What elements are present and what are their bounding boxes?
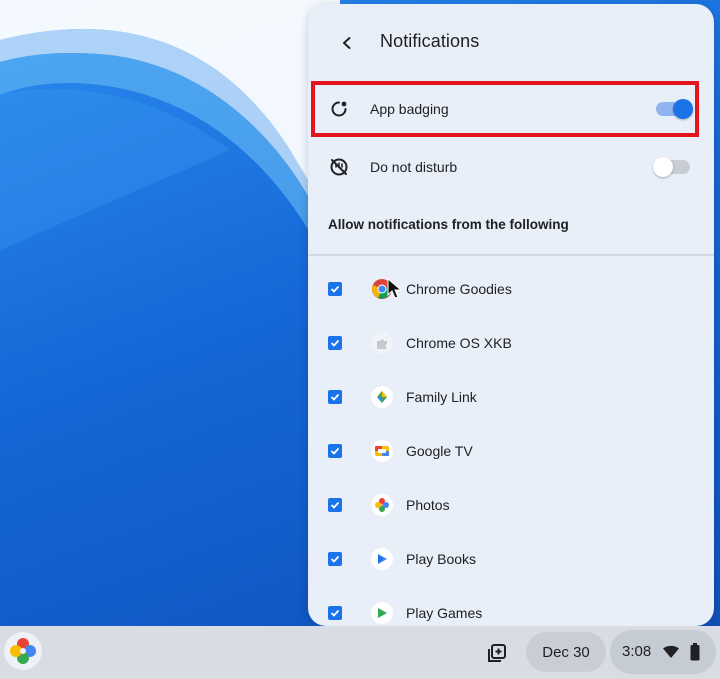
family-link-icon	[371, 386, 393, 408]
app-name: Chrome Goodies	[406, 281, 512, 297]
app-row-play-books[interactable]: Play Books	[308, 532, 714, 586]
date-button[interactable]: Dec 30	[526, 632, 606, 672]
checkbox[interactable]	[328, 444, 342, 458]
app-row-chrome-goodies[interactable]: Chrome Goodies	[308, 262, 714, 316]
clock: 3:08	[622, 643, 652, 660]
photos-icon	[10, 638, 36, 664]
wifi-icon	[663, 645, 679, 658]
notifications-panel: Notifications App badging Do not disturb	[308, 4, 714, 626]
do-not-disturb-icon	[326, 154, 352, 180]
checkbox[interactable]	[328, 336, 342, 350]
back-button[interactable]	[330, 26, 364, 60]
panel-title: Notifications	[380, 31, 480, 51]
battery-icon	[690, 643, 700, 661]
play-books-icon	[371, 548, 393, 570]
app-name: Play Books	[406, 551, 477, 567]
holding-space-button[interactable]	[484, 640, 510, 666]
checkbox[interactable]	[328, 606, 342, 620]
chevron-left-icon	[343, 37, 351, 49]
checkbox[interactable]	[328, 552, 342, 566]
app-name: Chrome OS XKB	[406, 335, 512, 351]
badge-icon	[326, 96, 352, 122]
do-not-disturb-label: Do not disturb	[370, 159, 458, 175]
checkbox[interactable]	[328, 390, 342, 404]
mouse-cursor-icon	[387, 278, 403, 299]
app-row-family-link[interactable]: Family Link	[308, 370, 714, 424]
google-tv-icon	[371, 440, 393, 462]
tote-icon	[488, 644, 506, 662]
checkbox[interactable]	[328, 282, 342, 296]
puzzle-icon	[371, 332, 393, 354]
app-row-google-tv[interactable]: Google TV	[308, 424, 714, 478]
divider	[308, 254, 714, 256]
panel-header: Notifications	[308, 4, 714, 78]
app-row-chrome-os-xkb[interactable]: Chrome OS XKB	[308, 316, 714, 370]
app-badging-row[interactable]: App badging	[308, 80, 714, 138]
photos-icon	[371, 494, 393, 516]
app-name: Family Link	[406, 389, 477, 405]
app-name: Photos	[406, 497, 450, 513]
do-not-disturb-toggle[interactable]	[653, 157, 690, 177]
app-row-photos[interactable]: Photos	[308, 478, 714, 532]
app-row-play-games[interactable]: Play Games	[308, 586, 714, 626]
app-badging-toggle[interactable]	[656, 99, 693, 119]
play-games-icon	[371, 602, 393, 624]
app-badging-label: App badging	[370, 101, 449, 117]
checkbox[interactable]	[328, 498, 342, 512]
section-label: Allow notifications from the following	[328, 217, 569, 232]
app-name: Google TV	[406, 443, 473, 459]
do-not-disturb-row[interactable]: Do not disturb	[308, 138, 714, 196]
launcher-button[interactable]	[4, 632, 42, 670]
app-name: Play Games	[406, 605, 483, 621]
